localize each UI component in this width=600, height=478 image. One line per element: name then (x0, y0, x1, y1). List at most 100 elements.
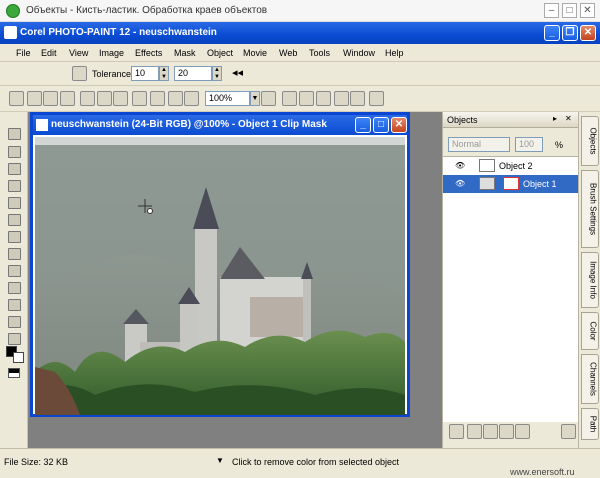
standard-toolbar: 100% ▼ (0, 86, 600, 112)
properties-icon[interactable] (515, 424, 530, 439)
fill-swatch[interactable] (8, 368, 20, 378)
zoom-select[interactable]: 100% (205, 91, 250, 106)
visibility-eye-icon[interactable]: 👁 (455, 179, 465, 188)
status-bar: File Size: 32 KB ▼ Click to remove color… (0, 448, 600, 478)
app-minimize-button[interactable]: _ (544, 25, 560, 41)
undo-icon[interactable] (132, 91, 147, 106)
effect-tool-icon[interactable] (8, 316, 21, 328)
menu-effects[interactable]: Effects (135, 48, 162, 58)
menu-object[interactable]: Object (207, 48, 233, 58)
clone-tool-icon[interactable] (8, 333, 21, 345)
outer-close-button[interactable]: ✕ (580, 3, 595, 18)
document-icon (36, 119, 48, 131)
rectangle-mask-icon[interactable] (8, 146, 21, 158)
tab-path[interactable]: Path (581, 408, 599, 440)
menu-window[interactable]: Window (343, 48, 375, 58)
panel-collapse-icon[interactable]: ▸ (553, 114, 557, 123)
app-title-bar: Corel PHOTO-PAINT 12 - neuschwanstein _ … (0, 22, 600, 44)
image-canvas[interactable] (35, 137, 405, 415)
export-icon[interactable] (184, 91, 199, 106)
image-min-button[interactable]: _ (355, 117, 371, 133)
visibility-eye-icon[interactable]: 👁 (455, 161, 465, 170)
pattern-icon[interactable] (350, 91, 365, 106)
menu-view[interactable]: View (69, 48, 88, 58)
fill-bucket-icon[interactable] (369, 91, 384, 106)
redo-icon[interactable] (150, 91, 165, 106)
toolbox (0, 112, 28, 448)
back-arrow-icon[interactable]: ◂◂ (232, 66, 247, 81)
full-screen-icon[interactable] (261, 91, 276, 106)
tolerance-field-2[interactable]: 20 (174, 66, 212, 81)
open-icon[interactable] (27, 91, 42, 106)
opacity-field[interactable]: 100 (515, 137, 543, 152)
trash-icon[interactable] (561, 424, 576, 439)
import-icon[interactable] (168, 91, 183, 106)
outer-title-bar: Объекты - Кисть-ластик. Обработка краев … (0, 0, 600, 22)
image-window: neuschwanstein (24-Bit RGB) @100% - Obje… (30, 112, 410, 417)
mask-mode-icon[interactable] (299, 91, 314, 106)
red-eye-icon[interactable] (8, 248, 21, 260)
menu-movie[interactable]: Movie (243, 48, 267, 58)
text-tool-icon[interactable] (8, 231, 21, 243)
menu-help[interactable]: Help (385, 48, 404, 58)
objects-panel-header: Objects ▸ ✕ (443, 112, 578, 128)
zoom-tool-icon[interactable] (8, 180, 21, 192)
print-icon[interactable] (60, 91, 75, 106)
image-max-button[interactable]: □ (373, 117, 389, 133)
mask-icon[interactable] (282, 91, 297, 106)
list-item[interactable]: 👁 Object 2 (443, 157, 578, 175)
pick-tool-icon[interactable] (8, 128, 21, 140)
background-color-swatch[interactable] (13, 352, 24, 363)
eraser-tool-icon (72, 66, 87, 81)
outer-minimize-button[interactable]: – (544, 3, 559, 18)
object-mode-icon[interactable] (316, 91, 331, 106)
paste-icon[interactable] (113, 91, 128, 106)
corel-app-icon (4, 26, 17, 39)
fill-tool-icon[interactable] (8, 282, 21, 294)
paint-tool-icon[interactable] (8, 299, 21, 311)
new-icon[interactable] (9, 91, 24, 106)
panel-close-icon[interactable]: ✕ (565, 114, 572, 123)
crop-tool-icon[interactable] (8, 163, 21, 175)
status-dropdown-icon[interactable]: ▼ (216, 456, 224, 465)
combine-icon[interactable] (483, 424, 498, 439)
save-icon[interactable] (43, 91, 58, 106)
new-mask-icon[interactable] (467, 424, 482, 439)
watermark-text: www.enersoft.ru (510, 467, 575, 477)
tab-color[interactable]: Color (581, 312, 599, 350)
menu-web[interactable]: Web (279, 48, 297, 58)
outer-window-title: Объекты - Кисть-ластик. Обработка краев … (26, 5, 268, 16)
menu-file[interactable]: File (16, 48, 31, 58)
list-item-selected[interactable]: 👁 Object 1 (443, 175, 578, 193)
menu-image[interactable]: Image (99, 48, 124, 58)
tolerance-field[interactable]: 10 (131, 66, 159, 81)
image-window-title: neuschwanstein (24-Bit RGB) @100% - Obje… (51, 119, 327, 130)
new-object-icon[interactable] (449, 424, 464, 439)
image-close-button[interactable]: ✕ (391, 117, 407, 133)
app-close-button[interactable]: ✕ (580, 25, 596, 41)
object-name: Object 1 (523, 179, 557, 189)
menu-tools[interactable]: Tools (309, 48, 330, 58)
clip-mask-thumbnail (503, 177, 519, 190)
docker-tabs: Objects Brush Settings Image Info Color … (578, 112, 600, 448)
tolerance-spinner[interactable]: ▲ ▼ (159, 66, 169, 81)
tab-brush-settings[interactable]: Brush Settings (581, 170, 599, 248)
eraser-icon[interactable] (8, 214, 21, 226)
outer-maximize-button[interactable]: □ (562, 3, 577, 18)
eyedropper-icon[interactable] (8, 197, 21, 209)
cut-icon[interactable] (80, 91, 95, 106)
lock-icon[interactable] (499, 424, 514, 439)
tolerance-spinner-2[interactable]: ▲ ▼ (212, 66, 222, 81)
status-hint: Click to remove color from selected obje… (232, 457, 400, 467)
app-restore-button[interactable]: ❐ (562, 25, 578, 41)
marquee-icon[interactable] (334, 91, 349, 106)
merge-mode-select[interactable]: Normal (448, 137, 510, 152)
zoom-dropdown-icon[interactable]: ▼ (250, 91, 260, 106)
tab-objects[interactable]: Objects (581, 116, 599, 166)
menu-edit[interactable]: Edit (41, 48, 57, 58)
shape-tool-icon[interactable] (8, 265, 21, 277)
copy-icon[interactable] (97, 91, 112, 106)
tab-image-info[interactable]: Image Info (581, 252, 599, 308)
object-thumbnail (479, 159, 495, 172)
menu-mask[interactable]: Mask (174, 48, 196, 58)
